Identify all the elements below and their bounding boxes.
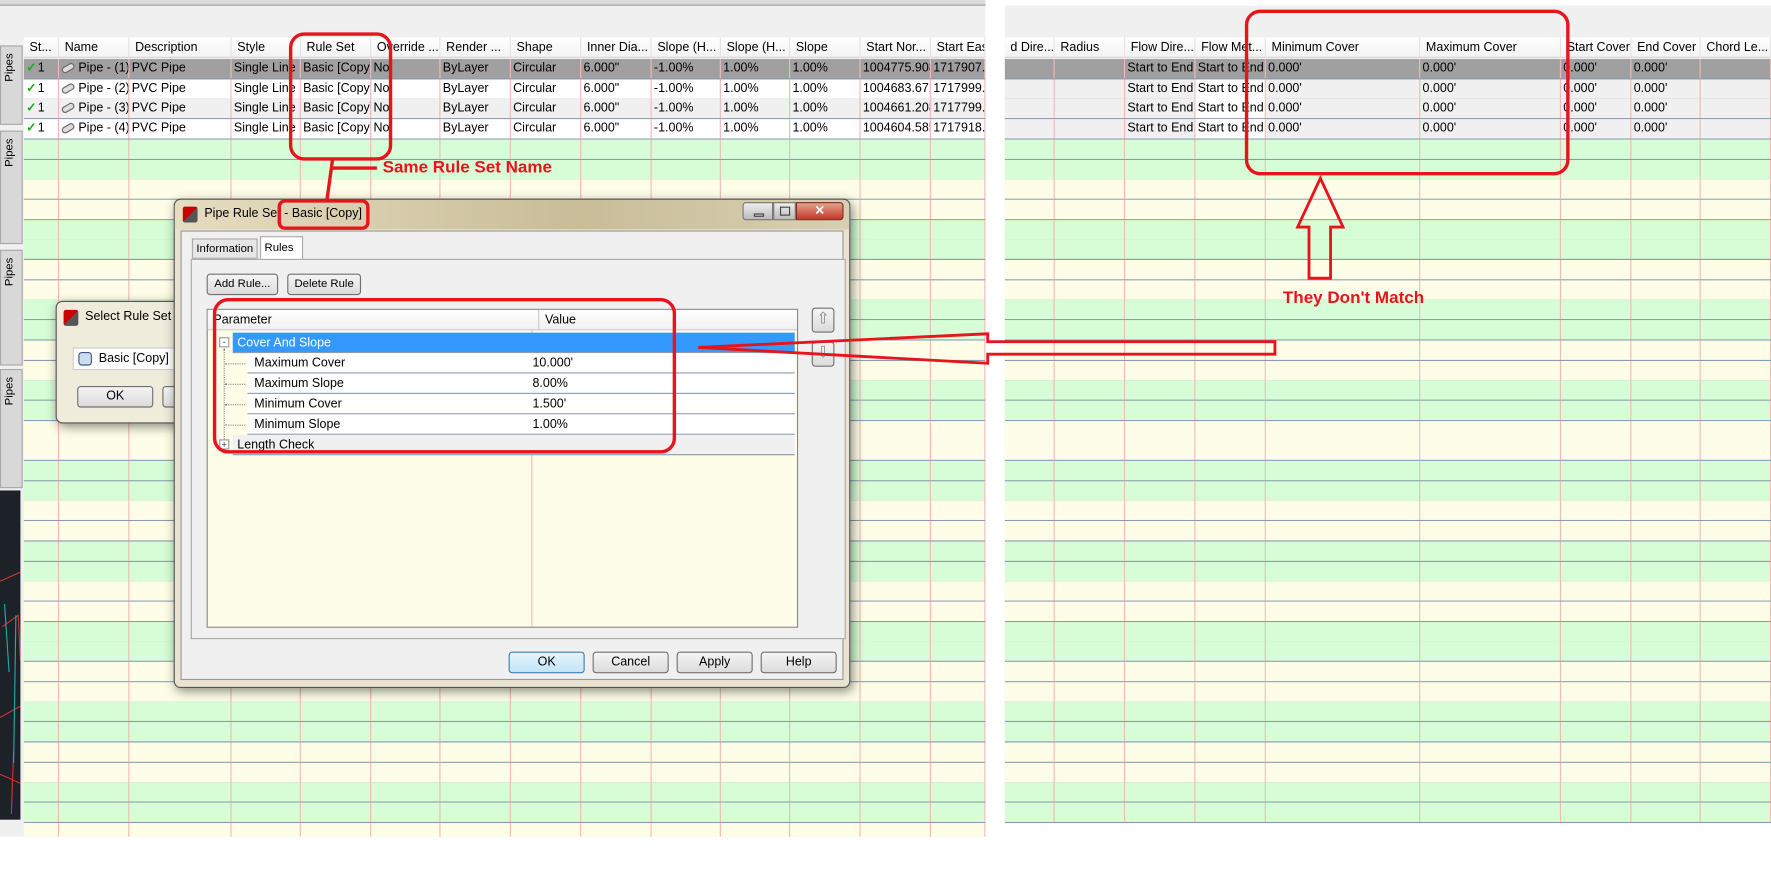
annotation-up-arrow bbox=[1295, 174, 1346, 280]
annotation-mismatch: They Don't Match bbox=[1282, 288, 1425, 308]
annotation-connector bbox=[325, 158, 377, 201]
annotation-params-box bbox=[212, 298, 677, 454]
annotation-title-box bbox=[277, 199, 370, 230]
annotation-rule-set-column-box bbox=[288, 32, 393, 161]
annotation-overlay bbox=[212, 9, 1570, 454]
annotation-cover-columns-box bbox=[1244, 9, 1570, 176]
annotation-left-arrow bbox=[698, 332, 1277, 365]
annotation-same-name: Same Rule Set Name bbox=[382, 157, 553, 178]
